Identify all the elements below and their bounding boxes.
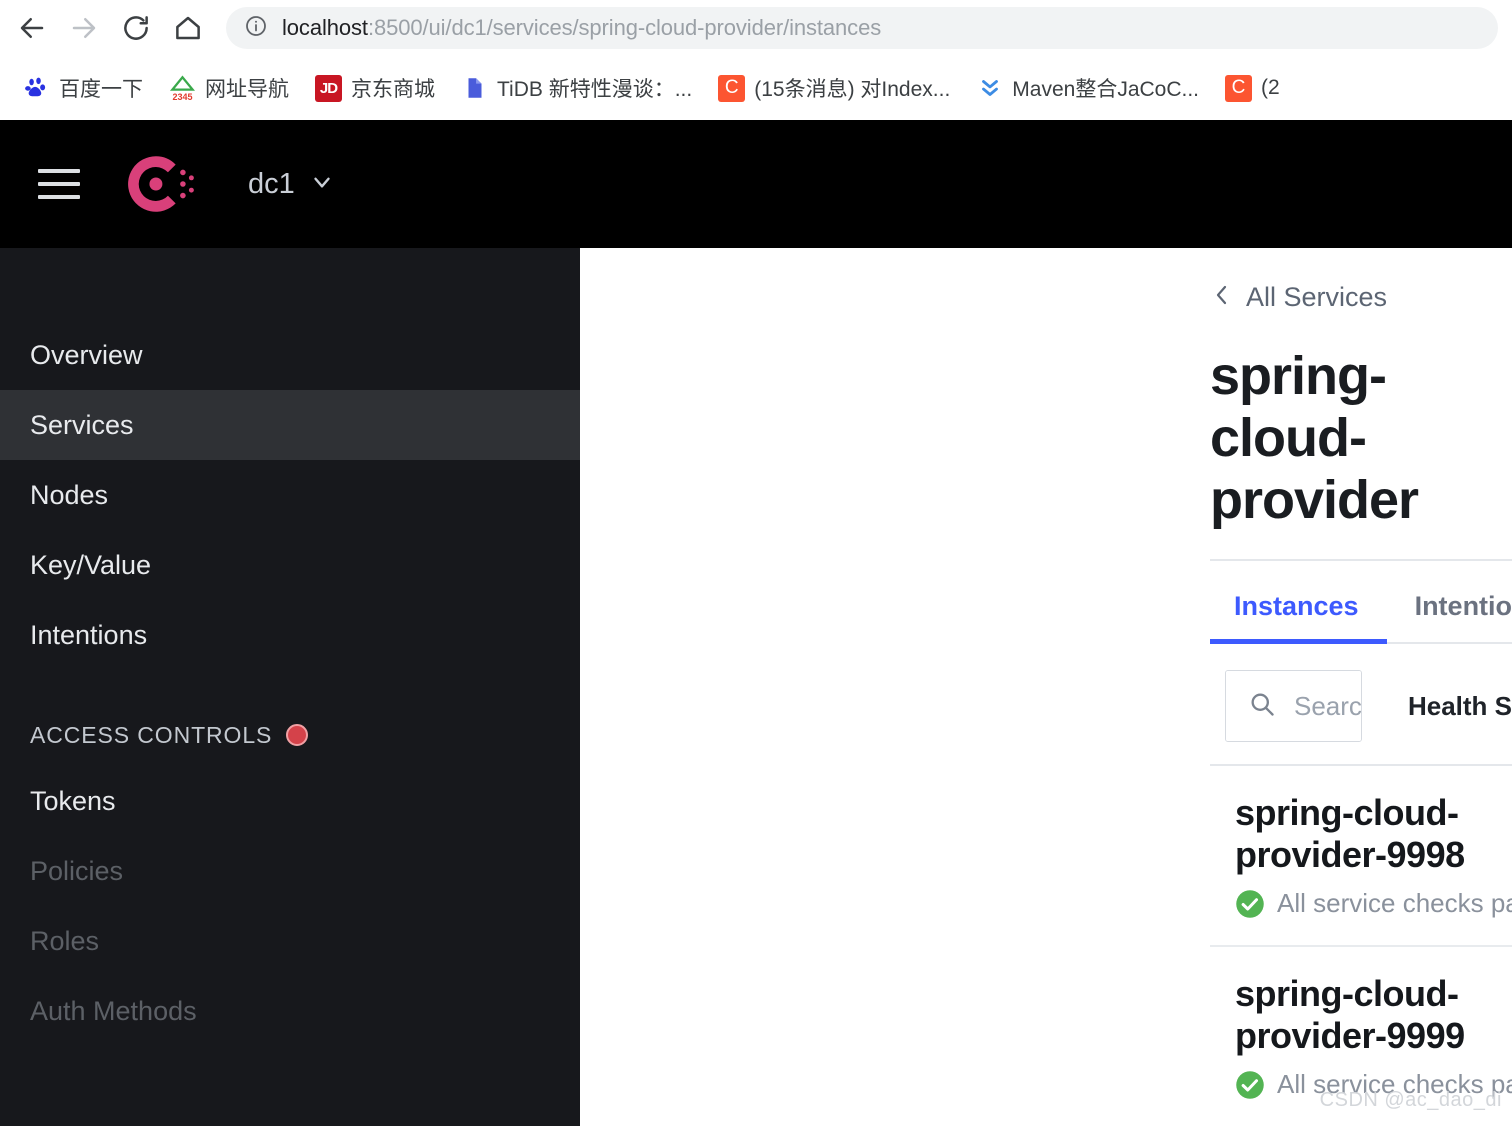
consul-app: dc1 Overview Services Nodes Key/Value In… (0, 120, 1512, 1126)
sidebar-item-overview[interactable]: Overview (0, 320, 580, 390)
app-header: dc1 (0, 120, 1512, 248)
sidebar-item-nodes[interactable]: Nodes (0, 460, 580, 530)
address-bar-host: localhost (282, 15, 368, 40)
sidebar-item-label: Policies (30, 855, 124, 886)
sidebar-item-label: Auth Methods (30, 995, 197, 1026)
search-input[interactable]: Search (1226, 671, 1362, 741)
sidebar-item-label: Roles (30, 925, 100, 956)
breadcrumb[interactable]: All Services (1210, 282, 1387, 313)
reload-icon (121, 13, 151, 43)
tab-label: Instances (1234, 591, 1359, 621)
consul-logo-icon[interactable] (122, 147, 196, 221)
svg-text:2345: 2345 (172, 91, 192, 101)
search-icon (1248, 690, 1276, 723)
tab-intentions[interactable]: Intentions (1387, 585, 1512, 644)
instance-meta: All service checks passing All node chec… (1235, 888, 1512, 919)
baidu-icon (23, 75, 50, 102)
browser-chrome: localhost:8500/ui/dc1/services/spring-cl… (0, 0, 1512, 120)
tidb-icon (461, 75, 488, 102)
maven-icon (976, 75, 1003, 102)
csdn-icon: C (1225, 74, 1253, 102)
red-dot-badge-icon (286, 724, 309, 746)
sidebar-item-auth-methods: Auth Methods (0, 976, 580, 1046)
datacenter-label: dc1 (248, 167, 295, 200)
sidebar-item-roles: Roles (0, 906, 580, 976)
info-circle-icon[interactable] (244, 14, 268, 43)
sidebar-item-key-value[interactable]: Key/Value (0, 530, 580, 600)
bookmark-label: 京东商城 (351, 78, 435, 101)
sidebar-item-services[interactable]: Services (0, 390, 588, 460)
browser-toolbar: localhost:8500/ui/dc1/services/spring-cl… (0, 0, 1512, 56)
bookmark-item[interactable]: C (15条消息) 对Index... (705, 68, 963, 108)
address-bar-url: localhost:8500/ui/dc1/services/spring-cl… (282, 15, 881, 41)
main-content: All Services spring-cloud-provider Insta… (580, 248, 1512, 1126)
home-icon (173, 13, 203, 43)
bookmark-label: TiDB 新特性漫谈：... (497, 78, 693, 101)
service-check-label: All service checks passing (1277, 888, 1512, 918)
csdn-icon: C (718, 74, 746, 102)
reload-button[interactable] (112, 4, 160, 52)
chevron-down-icon (309, 169, 335, 200)
datacenter-selector[interactable]: dc1 (248, 168, 335, 201)
sidebar-item-tokens[interactable]: Tokens (0, 766, 580, 836)
home-button[interactable] (164, 4, 212, 52)
bookmark-label: Maven整合JaCoC... (1012, 78, 1200, 101)
sidebar-item-policies: Policies (0, 836, 580, 906)
hamburger-menu-icon[interactable] (38, 169, 80, 199)
title-divider (1210, 559, 1512, 561)
sidebar-item-label: Intentions (30, 619, 148, 650)
tab-instances[interactable]: Instances (1210, 585, 1387, 644)
sidebar-item-intentions[interactable]: Intentions (0, 600, 580, 670)
breadcrumb-label: All Services (1246, 282, 1388, 312)
instance-name: spring-cloud-provider-9998 (1235, 792, 1465, 875)
search-group: Search Search Across (1225, 670, 1362, 742)
bookmark-item[interactable]: JD 京东商城 (302, 68, 448, 108)
bookmark-item[interactable]: C (2 (1212, 70, 1293, 107)
sidebar-section-access-controls: ACCESS CONTROLS (0, 704, 580, 766)
bookmarks-bar: 百度一下 2345 网址导航 JD 京东商城 TiDB 新特性漫谈：... C … (0, 56, 1512, 120)
address-bar-path: :8500/ui/dc1/services/spring-cloud-provi… (367, 15, 882, 40)
bookmark-label: 网址导航 (205, 78, 289, 101)
tab-bar: Instances Intentions Routing Tags (1210, 585, 1512, 644)
sidebar-item-label: Tokens (30, 785, 116, 816)
bookmark-label: 百度一下 (59, 78, 143, 101)
green-check-circle-icon (1235, 889, 1265, 919)
list-item[interactable]: spring-cloud-provider-9998 All service c… (580, 766, 1512, 945)
bookmark-item[interactable]: 2345 网址导航 (156, 68, 302, 108)
forward-button[interactable] (60, 4, 108, 52)
sidebar-item-label: Overview (30, 339, 143, 370)
sidebar-item-label: Services (30, 409, 134, 440)
sidebar: Overview Services Nodes Key/Value Intent… (0, 248, 588, 1126)
filter-bar: Search Search Across Health S (1225, 670, 1512, 742)
sidebar-section-label: ACCESS CONTROLS (30, 721, 273, 748)
back-button[interactable] (8, 4, 56, 52)
watermark: CSDN @ac_dao_di (1319, 1089, 1502, 1111)
service-check-status: All service checks passing (1235, 888, 1512, 919)
green-check-circle-icon (1235, 1070, 1265, 1100)
sidebar-item-label: Nodes (30, 479, 109, 510)
arrow-left-icon (17, 13, 47, 43)
health-status-filter-label: Health S (1407, 690, 1512, 721)
arrow-right-icon (69, 13, 99, 43)
bookmark-label: (15条消息) 对Index... (754, 78, 951, 101)
bookmark-label: (2 (1261, 76, 1280, 99)
bookmark-item[interactable]: TiDB 新特性漫谈：... (448, 68, 705, 108)
sidebar-item-label: Key/Value (30, 549, 152, 580)
2345-icon: 2345 (169, 74, 196, 102)
app-body: Overview Services Nodes Key/Value Intent… (0, 248, 1512, 1126)
tab-label: Intentions (1414, 591, 1512, 621)
jd-icon: JD (315, 74, 342, 102)
bookmark-item[interactable]: Maven整合JaCoC... (963, 68, 1212, 108)
instance-name: spring-cloud-provider-9999 (1235, 973, 1465, 1056)
chevron-left-icon (1210, 283, 1234, 312)
search-placeholder: Search (1294, 690, 1362, 721)
bookmark-item[interactable]: 百度一下 (10, 68, 156, 108)
address-bar[interactable]: localhost:8500/ui/dc1/services/spring-cl… (226, 7, 1498, 49)
page-title: spring-cloud-provider (1210, 346, 1419, 530)
